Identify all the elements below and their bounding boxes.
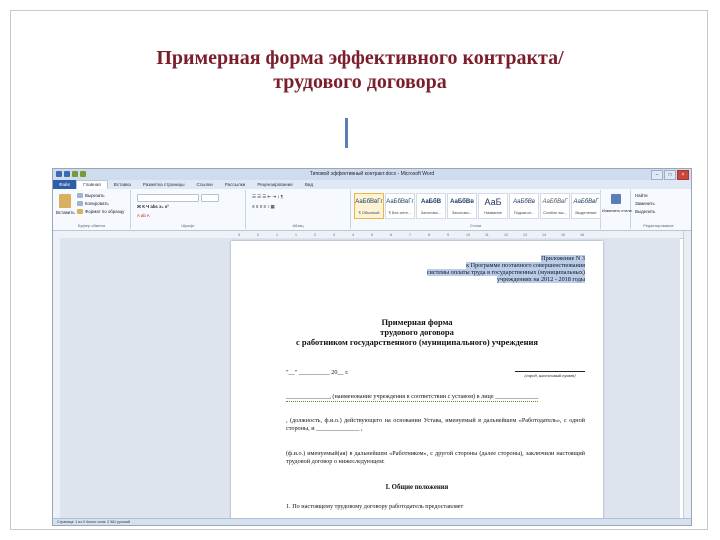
paragraph-group: ☰ ☰ ☰ ⇤ ⇥ ↕ ¶ ≡ ≡ ≡ ≡ ↕ ▦ Абзац	[246, 190, 351, 229]
font-size-select[interactable]	[201, 194, 219, 202]
editing-group: Найти Заменить Выделить Редактирование	[631, 190, 686, 229]
ruler-mark: 14	[542, 233, 546, 237]
document-title: Примерная форма трудового договора с раб…	[231, 317, 603, 347]
ruler-mark: 1	[295, 233, 297, 237]
ruler-mark: 8	[428, 233, 430, 237]
paste-button[interactable]: Вставить	[56, 210, 75, 215]
editing-label: Редактирование	[643, 223, 674, 228]
status-text: Страница: 1 из 9 Число слов: 2 981 русск…	[57, 520, 130, 524]
tab-file[interactable]: Файл	[53, 180, 77, 189]
ruler-mark: 5	[371, 233, 373, 237]
copy-icon	[77, 201, 83, 206]
ruler-mark: 6	[390, 233, 392, 237]
font-color-icon[interactable]: A ab A	[137, 213, 150, 218]
ruler-mark: 3	[238, 233, 240, 237]
tab-review[interactable]: Рецензирование	[251, 180, 298, 189]
ruler-mark: 3	[333, 233, 335, 237]
tab-mailings[interactable]: Рассылки	[219, 180, 252, 189]
appendix-line: системы оплаты труда в государственных (…	[426, 269, 585, 276]
paragraph-label: Абзац	[292, 223, 304, 228]
ruler-mark: 11	[485, 233, 489, 237]
maximize-icon[interactable]: □	[664, 170, 676, 180]
replace-button[interactable]: Заменить	[635, 201, 655, 206]
style-subtitle[interactable]: АаБбВв Подзагол...	[509, 193, 539, 219]
font-group: Ж К Ч abc x₂ x² A ab A Шрифт	[131, 190, 246, 229]
font-label: Шрифт	[181, 223, 195, 228]
slide-title: Примерная форма эффективного контракта/ …	[0, 46, 720, 94]
place-caption: (город, населенный пункт)	[515, 371, 585, 378]
format-painter-button[interactable]: Формат по образцу	[85, 209, 124, 214]
ruler-mark: 9	[447, 233, 449, 237]
styles-group: АаБбВвГг ¶ Обычный АаБбВвГг ¶ Без инте... …	[351, 190, 601, 229]
style-normal[interactable]: АаБбВвГг ¶ Обычный	[354, 193, 384, 219]
style-emphasis[interactable]: АаБбВвГ Выделение	[571, 193, 601, 219]
status-bar: Страница: 1 из 9 Число слов: 2 981 русск…	[53, 518, 691, 525]
document-title-line: трудового договора	[380, 327, 454, 337]
format-painter-icon	[77, 209, 83, 214]
tab-insert[interactable]: Вставка	[108, 180, 137, 189]
ruler-mark: 12	[504, 233, 508, 237]
style-subtle-emphasis[interactable]: АаБбВвГ Слабое вы...	[540, 193, 570, 219]
style-title[interactable]: АаБ Название	[478, 193, 508, 219]
appendix-line: Приложение N 3	[541, 255, 585, 262]
appendix-block: Приложение N 3 к Программе поэтапного со…	[426, 255, 585, 283]
list-icons[interactable]: ☰ ☰ ☰ ⇤ ⇥ ↕ ¶	[252, 194, 283, 200]
ruler-mark: 2	[314, 233, 316, 237]
ruler-mark: 13	[523, 233, 527, 237]
document-page[interactable]: Приложение N 3 к Программе поэтапного со…	[231, 241, 603, 525]
paragraph-employer: ______________, (наименование учреждения…	[286, 393, 539, 402]
change-styles-group: Изменить стили	[601, 190, 632, 229]
window-title: Типовой эффективный контракт.docx - Micr…	[309, 171, 435, 177]
tab-home[interactable]: Главная	[76, 180, 108, 189]
window-controls: – □ ×	[651, 170, 689, 180]
cut-icon	[77, 193, 83, 198]
font-name-select[interactable]	[137, 194, 199, 202]
change-styles-icon[interactable]	[611, 194, 621, 204]
select-button[interactable]: Выделить	[635, 209, 655, 214]
slide-title-line-2: трудового договора	[273, 71, 447, 93]
copy-button[interactable]: Копировать	[85, 201, 109, 206]
section-heading: I. Общие положения	[385, 484, 449, 491]
ruler-mark: 16	[580, 233, 584, 237]
align-icons[interactable]: ≡ ≡ ≡ ≡ ↕ ▦	[252, 204, 275, 210]
appendix-line: учреждениях на 2012 - 2018 годы	[497, 276, 585, 283]
ruler-mark: 7	[409, 233, 411, 237]
close-icon[interactable]: ×	[677, 170, 689, 180]
clipboard-group: Вставить Вырезать Копировать Формат по о…	[53, 190, 131, 229]
paste-icon[interactable]	[59, 194, 71, 208]
tab-page-layout[interactable]: Разметка страницы	[137, 180, 191, 189]
clause-1: 1. По настоящему трудовому договору рабо…	[286, 503, 464, 510]
styles-label: Стили	[469, 223, 482, 228]
cut-button[interactable]: Вырезать	[85, 193, 105, 198]
paragraph-employee: (ф.и.о.) именуемый(ая) в дальнейшем «Раб…	[286, 450, 585, 465]
vertical-scrollbar[interactable]	[683, 231, 691, 521]
style-heading2[interactable]: АаБбВв Заголово...	[447, 193, 477, 219]
document-title-line: Примерная форма	[381, 317, 453, 327]
style-heading1[interactable]: АаБбВ Заголово...	[416, 193, 446, 219]
slide-accent-bar	[345, 118, 348, 148]
tab-references[interactable]: Ссылки	[191, 180, 219, 189]
ruler-mark: 2	[257, 233, 259, 237]
clipboard-label: Буфер обмена	[77, 223, 106, 228]
appendix-line: к Программе поэтапного совершенствования	[466, 262, 585, 269]
ruler-mark: 15	[561, 233, 565, 237]
word-window-screenshot: Типовой эффективный контракт.docx - Micr…	[52, 168, 692, 526]
date-line: "__" __________ 20__ г.	[286, 369, 349, 376]
ruler-mark: 10	[466, 233, 470, 237]
minimize-icon[interactable]: –	[651, 170, 663, 180]
paragraph-representative: , (должность, ф.и.о.) действующего на ос…	[286, 417, 585, 432]
slide-title-line-1: Примерная форма эффективного контракта/	[156, 47, 564, 69]
style-no-spacing[interactable]: АаБбВвГг ¶ Без инте...	[385, 193, 415, 219]
ribbon: Вставить Вырезать Копировать Формат по о…	[53, 189, 691, 231]
ruler-mark: 4	[352, 233, 354, 237]
bold-icon[interactable]: Ж К Ч abc x₂ x²	[137, 204, 169, 209]
tab-view[interactable]: Вид	[299, 180, 319, 189]
change-styles-button[interactable]: Изменить стили	[602, 208, 632, 213]
find-button[interactable]: Найти	[635, 193, 648, 198]
document-title-line: с работником государственного (муниципал…	[296, 337, 538, 347]
ruler-mark: 1	[276, 233, 278, 237]
